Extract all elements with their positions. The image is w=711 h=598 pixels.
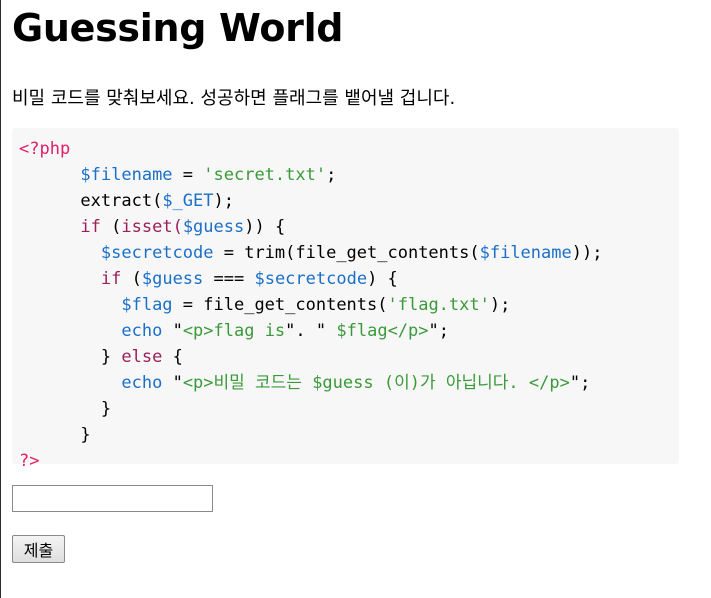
code-token: } xyxy=(80,425,91,445)
code-line-3: if (isset($guess)) { xyxy=(19,214,602,240)
code-token: 'secret.txt' xyxy=(203,165,327,185)
code-token: ( xyxy=(121,269,142,289)
code-token: else xyxy=(121,347,163,367)
code-line-7: echo "<p>flag is". " $flag</p>"; xyxy=(19,318,602,344)
code-token: ( xyxy=(100,217,122,237)
code-token: ); xyxy=(213,191,234,211)
code-token: 'flag.txt' xyxy=(387,295,490,315)
code-token: ); xyxy=(489,295,511,315)
code-token: (이)가 아닙니다. </p> xyxy=(373,373,570,393)
code-token: === xyxy=(203,269,255,289)
code-token: = xyxy=(172,295,204,315)
php-open-tag: <?php xyxy=(19,139,71,159)
code-token: } xyxy=(100,347,122,367)
code-token: " xyxy=(428,321,439,341)
code-token: = xyxy=(172,165,204,185)
code-token: isset( xyxy=(121,217,183,237)
code-token: $secretcode xyxy=(100,243,214,263)
code-token: " xyxy=(569,373,581,393)
code-line-6: $flag = file_get_contents('flag.txt'); xyxy=(19,292,602,318)
code-token: " xyxy=(305,321,327,341)
code-token: $filename xyxy=(80,165,173,185)
code-token: <p>비밀 코드는 xyxy=(182,373,313,393)
code-token: trim(file_get_contents( xyxy=(244,243,480,263)
code-line-9: echo "<p>비밀 코드는 $guess (이)가 아닙니다. </p>"; xyxy=(19,370,602,396)
code-line-2: extract($_GET); xyxy=(19,188,602,214)
code-line-11: } xyxy=(19,422,602,448)
code-token: " xyxy=(172,321,183,341)
code-token: } xyxy=(100,399,112,419)
code-token: ; xyxy=(438,321,450,341)
code-token: " xyxy=(285,321,296,341)
code-line-4: $secretcode = trim(file_get_contents($fi… xyxy=(19,240,603,266)
guess-input[interactable] xyxy=(12,485,213,512)
code-token: . xyxy=(295,321,306,341)
code-token: $secretcode xyxy=(254,269,368,289)
code-token: ; xyxy=(580,373,591,393)
code-token: if xyxy=(80,217,101,237)
code-line-open: <?php xyxy=(19,136,602,162)
code-token: $flag xyxy=(121,295,173,315)
code-token: $guess xyxy=(141,269,204,289)
php-source: <?php $filename = 'secret.txt'; extract(… xyxy=(19,136,602,474)
code-token: echo xyxy=(121,321,163,341)
submit-button[interactable]: 제출 xyxy=(12,535,65,563)
code-token: ; xyxy=(326,165,337,185)
code-token: { xyxy=(162,347,183,367)
code-line-5: if ($guess === $secretcode) { xyxy=(19,266,602,292)
source-code-block: <?php $filename = 'secret.txt'; extract(… xyxy=(12,128,679,471)
code-line-close: ?> xyxy=(19,448,602,474)
code-token: $guess xyxy=(182,217,245,237)
code-token: ) { xyxy=(367,269,398,289)
code-token: <p>flag is xyxy=(182,321,286,341)
code-token: $filename xyxy=(479,243,572,263)
code-token: " xyxy=(172,373,183,393)
intro-text: 비밀 코드를 맞춰보세요. 성공하면 플래그를 뱉어낼 겁니다. xyxy=(12,88,456,109)
code-line-1: $filename = 'secret.txt'; xyxy=(19,162,602,188)
code-line-10: } xyxy=(19,396,602,422)
code-token: )); xyxy=(571,243,603,263)
php-close-tag: ?> xyxy=(19,451,40,471)
code-token: )) { xyxy=(244,217,286,237)
code-token: file_get_contents( xyxy=(203,295,388,315)
code-token: $guess xyxy=(312,373,374,393)
code-token: = xyxy=(213,243,245,263)
code-token: echo xyxy=(121,373,163,393)
code-line-8: } else { xyxy=(19,344,602,370)
code-token: if xyxy=(100,269,122,289)
code-token: extract( xyxy=(80,191,163,211)
code-token: $_GET xyxy=(162,191,214,211)
page-title: Guessing World xyxy=(12,6,344,50)
code-token: $flag</p> xyxy=(326,321,429,341)
